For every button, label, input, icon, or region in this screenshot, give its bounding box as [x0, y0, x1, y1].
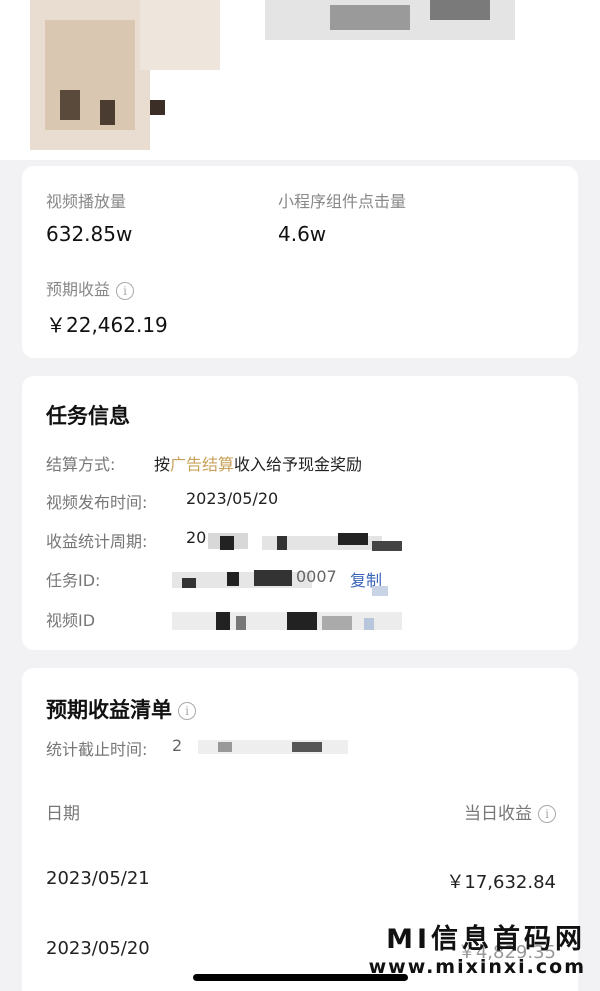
info-icon[interactable]: i	[178, 702, 196, 720]
table-row-amount: ￥17,632.84	[446, 872, 556, 893]
cutoff-time-value: 2	[172, 736, 183, 755]
income-list-title: 预期收益清单 i	[46, 694, 196, 724]
watermark-line1: MI信息首码网	[386, 924, 586, 955]
clicks-value: 4.6w	[278, 222, 327, 246]
redaction-block	[182, 578, 196, 588]
redaction-block	[277, 536, 287, 550]
cover-blur-block	[100, 100, 115, 125]
settle-prefix: 按	[154, 455, 171, 474]
expected-income-value: ￥22,462.19	[46, 313, 168, 337]
cover-blur-block	[150, 100, 165, 115]
cover-blur-block	[60, 90, 80, 120]
redaction-block	[292, 742, 322, 752]
expected-income-label: 预期收益 i	[46, 276, 135, 300]
video-id-label: 视频ID	[46, 611, 96, 630]
publish-time-value: 2023/05/20	[186, 489, 279, 508]
views-value: 632.85w	[46, 222, 133, 246]
redaction-block	[236, 616, 246, 630]
redaction-block	[372, 586, 388, 596]
cover-blur-block	[430, 0, 490, 20]
column-header-daily-income: 当日收益 i	[464, 799, 556, 824]
stat-period-value: 20	[186, 528, 207, 547]
video-cover-image	[0, 0, 600, 160]
redaction-block	[254, 570, 292, 586]
settle-highlight: 广告结算	[170, 455, 235, 474]
settle-method-label: 结算方式:	[46, 455, 116, 474]
redaction-block	[227, 572, 239, 586]
stats-card: 视频播放量 632.85w 小程序组件点击量 4.6w 预期收益 i ￥22,46…	[22, 166, 578, 358]
redaction-block	[218, 742, 232, 752]
publish-time-label: 视频发布时间:	[46, 493, 148, 512]
redaction-block	[364, 618, 374, 630]
table-row-date: 2023/05/20	[46, 938, 150, 959]
redaction-block	[338, 533, 368, 545]
home-indicator[interactable]	[193, 974, 408, 981]
cutoff-time-label: 统计截止时间:	[46, 740, 148, 759]
redaction-block	[216, 612, 230, 630]
stat-period-label: 收益统计周期:	[46, 532, 148, 551]
income-list-title-text: 预期收益清单	[46, 698, 172, 722]
expected-income-label-text: 预期收益	[46, 280, 111, 299]
table-row-date: 2023/05/21	[46, 868, 150, 889]
info-icon[interactable]: i	[538, 805, 556, 823]
column-header-daily-income-text: 当日收益	[464, 804, 532, 824]
site-watermark: MI信息首码网 www.mixinxi.com	[369, 917, 586, 978]
task-info-title: 任务信息	[46, 404, 130, 428]
cover-blur-block	[45, 20, 135, 130]
info-icon[interactable]: i	[116, 281, 135, 300]
views-label: 视频播放量	[46, 192, 127, 211]
column-header-date: 日期	[46, 804, 80, 824]
clicks-label: 小程序组件点击量	[278, 192, 407, 211]
redaction-block	[372, 541, 402, 551]
task-id-value: 0007	[296, 567, 337, 586]
redaction-block	[287, 612, 317, 630]
redaction-block	[220, 536, 234, 550]
redaction-block	[322, 616, 352, 630]
cover-blur-block	[330, 5, 410, 30]
settle-method-value: 按广告结算收入给予现金奖励	[154, 451, 362, 475]
task-info-card: 任务信息 结算方式: 按广告结算收入给予现金奖励 视频发布时间: 2023/05…	[22, 376, 578, 650]
settle-suffix: 收入给予现金奖励	[234, 455, 363, 474]
task-id-label: 任务ID:	[46, 571, 101, 590]
cover-blur-block	[140, 0, 220, 70]
